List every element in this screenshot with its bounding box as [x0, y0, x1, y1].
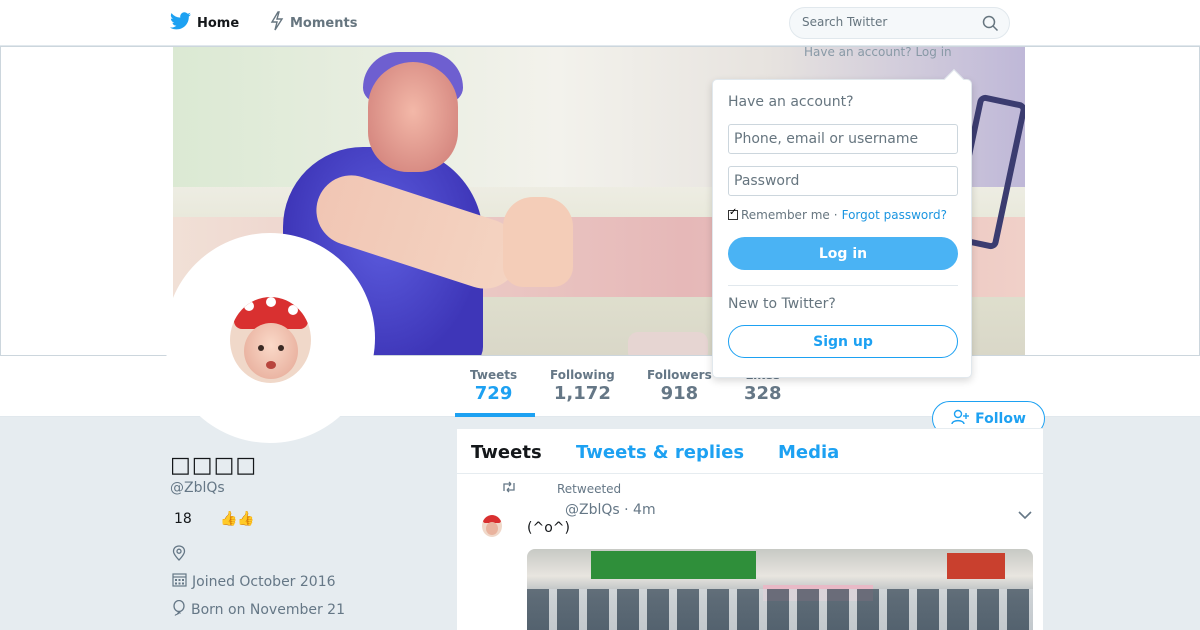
stat-following[interactable]: Following 1,172 [550, 368, 615, 404]
nav-moments-link[interactable]: Moments [270, 11, 358, 35]
profile-name: □□□□ [170, 453, 258, 478]
tweet-text: (^o^) [527, 520, 570, 536]
stat-likes-value: 328 [744, 383, 782, 404]
profile-birthday: Born on November 21 [172, 599, 345, 620]
stat-followers[interactable]: Followers 918 [647, 368, 712, 404]
timeline: Tweets Tweets & replies Media Retweeted … [456, 428, 1045, 630]
calendar-icon [172, 572, 187, 591]
profile-joined-text: Joined October 2016 [192, 573, 336, 590]
tab-media[interactable]: Media [778, 442, 839, 463]
login-prompt: Have an account? Log in [804, 45, 952, 59]
timeline-tabs: Tweets Tweets & replies Media [457, 429, 1045, 474]
tweet-media-image[interactable] [527, 549, 1033, 630]
profile-bio-emoji: 👍👍 [220, 511, 255, 527]
follow-button-label: Follow [975, 410, 1026, 427]
retweet-icon [501, 481, 517, 496]
retweet-context: Retweeted [501, 481, 621, 496]
active-stat-underline [455, 413, 535, 417]
forgot-password-link[interactable]: Forgot password? [842, 208, 947, 222]
add-user-icon [951, 409, 970, 429]
tweet-avatar[interactable] [482, 515, 502, 537]
stat-tweets-label: Tweets [470, 368, 518, 382]
new-to-twitter-label: New to Twitter? [728, 296, 836, 312]
retweet-context-text: Retweeted [557, 481, 622, 496]
nav-home-label: Home [197, 15, 240, 31]
balloon-icon [172, 599, 186, 620]
tab-tweets-and-replies[interactable]: Tweets & replies [576, 442, 744, 463]
stat-tweets-value: 729 [474, 383, 513, 404]
stat-followers-label: Followers [647, 368, 712, 382]
search-input[interactable] [802, 15, 972, 29]
login-dropdown-title: Have an account? [728, 94, 854, 110]
divider [728, 285, 958, 286]
location-pin-icon [172, 545, 186, 565]
tab-tweets[interactable]: Tweets [471, 442, 542, 463]
profile-bio-number: 18 [174, 511, 192, 527]
login-dropdown: Have an account? Remember me · Forgot pa… [712, 69, 972, 378]
password-field[interactable] [728, 166, 958, 196]
stat-following-label: Following [550, 368, 615, 382]
remember-me-checkbox[interactable] [728, 207, 738, 220]
profile-handle[interactable]: @ZblQs [170, 480, 225, 496]
top-navigation-bar: Home Moments [0, 0, 1200, 46]
separator-dot: · [833, 208, 838, 222]
signup-button[interactable]: Sign up [728, 325, 958, 358]
stat-followers-value: 918 [660, 383, 699, 404]
profile-location [172, 545, 186, 565]
tweet-header[interactable]: @ZblQs · 4m [565, 502, 656, 518]
search-icon[interactable] [982, 15, 999, 36]
login-button[interactable]: Log in [728, 237, 958, 270]
stat-tweets[interactable]: Tweets 729 [470, 368, 517, 404]
profile-avatar[interactable] [230, 297, 311, 383]
remember-row: Remember me · Forgot password? [728, 207, 947, 222]
chevron-down-icon[interactable] [1018, 505, 1032, 524]
twitter-bird-icon [170, 12, 191, 34]
profile-born-text: Born on November 21 [191, 602, 345, 618]
login-prompt-text: Have an account? [804, 45, 912, 59]
nav-moments-label: Moments [290, 15, 358, 31]
remember-me-label: Remember me [741, 208, 830, 222]
lightning-icon [270, 11, 284, 35]
search-box [789, 7, 1010, 39]
nav-home-link[interactable]: Home [170, 12, 239, 34]
profile-joined: Joined October 2016 [172, 572, 336, 591]
username-field[interactable] [728, 124, 958, 154]
login-prompt-link[interactable]: Log in [915, 45, 951, 59]
stat-following-value: 1,172 [553, 383, 611, 404]
